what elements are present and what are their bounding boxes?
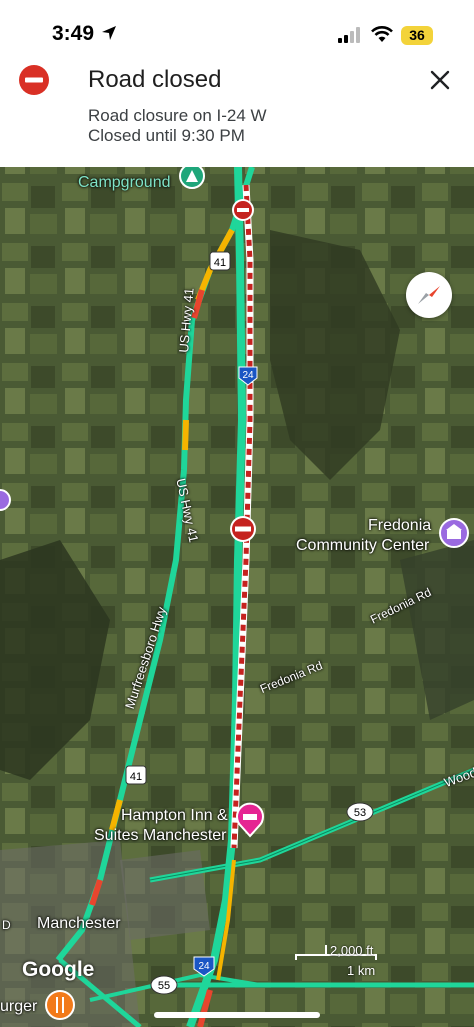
- svg-text:53: 53: [354, 807, 366, 819]
- campground-label: Campground: [78, 174, 171, 191]
- location-arrow-icon: [102, 26, 116, 40]
- community-center-icon[interactable]: [439, 518, 469, 548]
- status-bar: 3:49 36: [0, 0, 474, 62]
- alert-title: Road closed: [88, 66, 222, 93]
- home-indicator[interactable]: [154, 1012, 320, 1018]
- road-closed-marker[interactable]: [230, 516, 256, 542]
- burger-label: urger: [0, 998, 38, 1015]
- scale-feet: 2,000 ft: [330, 943, 374, 958]
- compass-button[interactable]: [406, 272, 452, 318]
- scale-km: 1 km: [347, 963, 376, 978]
- fredonia-community-center-label: Community Center: [296, 537, 430, 554]
- road-closed-marker[interactable]: [232, 199, 254, 221]
- us41-shield-top: 41: [209, 251, 231, 271]
- status-time: 3:49: [52, 22, 95, 45]
- hampton-inn-label: Hampton Inn &: [121, 807, 228, 824]
- alert-detail: Road closure on I-24 W: [88, 106, 267, 125]
- manchester-label: Manchester: [37, 915, 121, 932]
- signal-icon: [338, 27, 360, 43]
- campground-icon[interactable]: [179, 167, 205, 189]
- hampton-inn-label: Suites Manchester: [94, 827, 227, 844]
- battery-indicator: 36: [401, 26, 433, 45]
- svg-text:24: 24: [198, 961, 210, 972]
- compass-icon: [418, 286, 440, 304]
- svg-text:55: 55: [158, 980, 170, 992]
- wifi-icon: [371, 26, 393, 42]
- food-icon[interactable]: [45, 990, 75, 1020]
- route53-shield: 53: [346, 802, 374, 822]
- svg-text:41: 41: [214, 257, 226, 269]
- route55-shield: 55: [150, 975, 178, 995]
- fredonia-community-center-label: Fredonia: [368, 517, 432, 534]
- svg-text:24: 24: [242, 370, 254, 381]
- alert-closed-until: Closed until 9:30 PM: [88, 126, 245, 145]
- close-icon[interactable]: [424, 64, 456, 96]
- svg-text:41: 41: [130, 771, 142, 783]
- map-label-d: D: [2, 918, 11, 932]
- google-logo: Google: [22, 958, 95, 981]
- us41-shield-bottom: 41: [125, 765, 147, 785]
- road-closed-icon: [19, 65, 49, 95]
